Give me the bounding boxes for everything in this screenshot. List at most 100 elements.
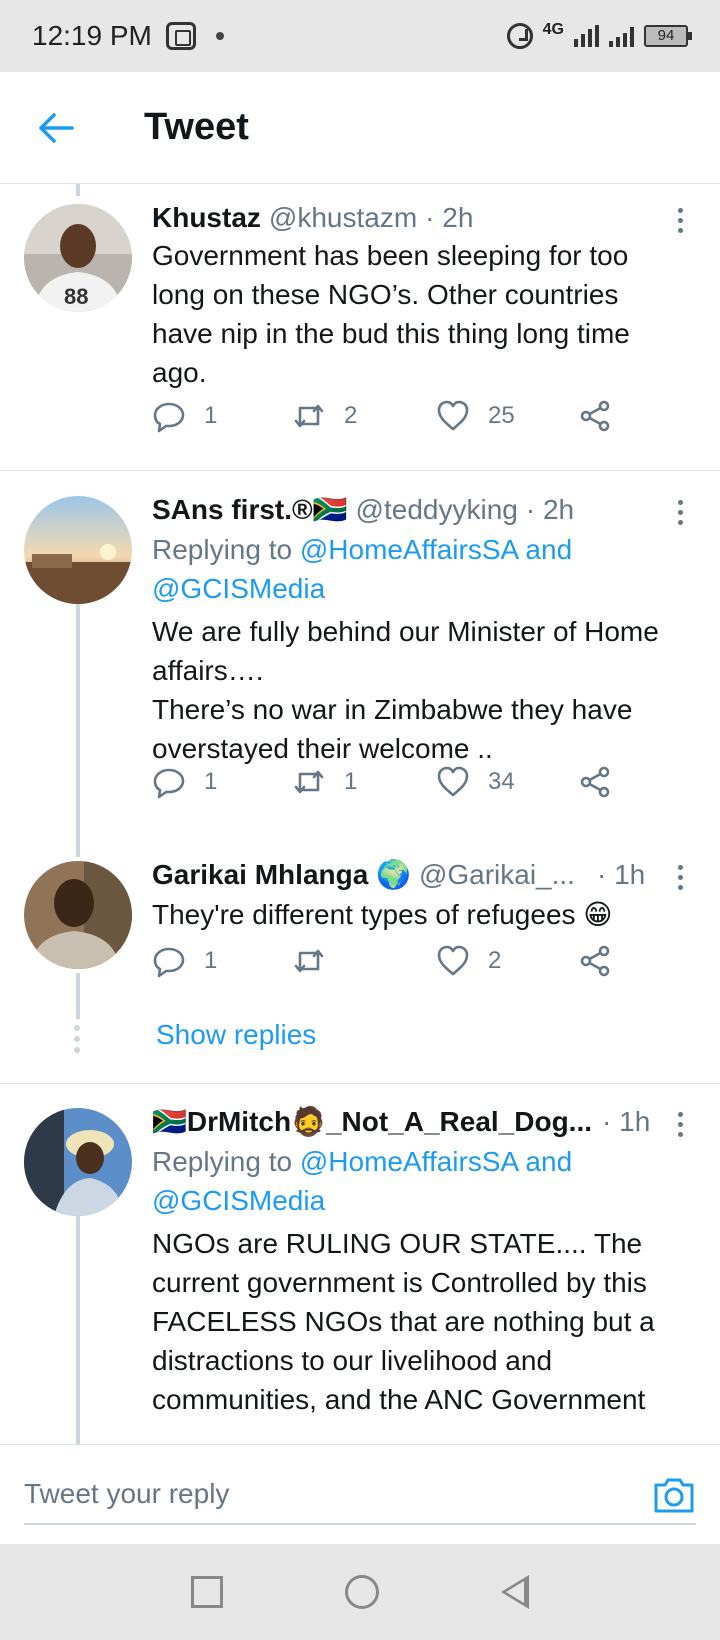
replying-to-label: Replying to	[152, 534, 300, 565]
handle[interactable]: @Garikai_...	[419, 855, 575, 895]
share-icon	[580, 766, 610, 798]
camera-button[interactable]	[652, 1475, 696, 1515]
share-icon	[580, 400, 610, 432]
timestamp: · 2h	[425, 202, 474, 233]
reply-button[interactable]: 1	[152, 941, 217, 981]
like-count: 25	[488, 402, 515, 429]
tweet-actions: 1 2 25	[152, 396, 632, 436]
recents-button[interactable]	[191, 1576, 223, 1608]
like-count: 2	[488, 947, 502, 974]
tweet-garikai[interactable]: Garikai Mhlanga 🌍 @Garikai_... · 1h They…	[0, 837, 720, 1084]
mention-gcismedia[interactable]: @GCISMedia	[152, 573, 325, 604]
mention-homeaffairs[interactable]: @HomeAffairsSA	[300, 534, 518, 565]
retweet-icon	[294, 770, 324, 794]
home-button[interactable]	[345, 1575, 379, 1609]
display-name[interactable]: Garikai Mhlanga 🌍	[152, 855, 411, 895]
back-button[interactable]	[0, 72, 112, 184]
mention-homeaffairs[interactable]: @HomeAffairsSA	[300, 1146, 518, 1177]
timestamp: · 2h	[525, 494, 575, 525]
thread-dots-icon	[74, 1025, 80, 1053]
share-button[interactable]	[578, 941, 612, 981]
tweet-khustaz[interactable]: 88 Khustaz @khustazm · 2h Government has…	[0, 184, 720, 472]
avatar[interactable]: 88	[24, 204, 132, 312]
notification-dot-icon	[215, 32, 224, 40]
signal-2-icon	[609, 25, 634, 47]
retweet-icon	[294, 404, 324, 428]
thread-line	[76, 837, 80, 857]
like-icon	[437, 945, 469, 976]
thread-line	[76, 973, 80, 1019]
like-icon	[437, 766, 469, 797]
display-name[interactable]: Khustaz	[152, 198, 261, 238]
page-title: Tweet	[144, 106, 249, 148]
like-count: 34	[488, 768, 515, 795]
retweet-count: 2	[344, 402, 358, 429]
retweet-button[interactable]: 1	[292, 762, 357, 802]
replies-feed[interactable]: 88 Khustaz @khustazm · 2h Government has…	[0, 184, 720, 1444]
like-button[interactable]: 25	[436, 396, 515, 436]
display-name[interactable]: SAns first.®	[152, 490, 313, 530]
flag-emoji: 🇿🇦	[312, 494, 348, 525]
app-notification-icon	[165, 22, 196, 50]
tweet-sans-first[interactable]: SAns first.® 🇿🇦 @teddyyking · 2h Replyin…	[0, 472, 720, 837]
avatar[interactable]	[24, 1108, 132, 1216]
show-replies-link[interactable]: Show replies	[156, 1019, 316, 1051]
like-button[interactable]: 34	[436, 762, 515, 802]
display-name[interactable]: 🇿🇦DrMitch🧔_Not_A_Real_Dog...	[152, 1102, 592, 1142]
reply-icon	[153, 402, 185, 433]
like-icon	[437, 400, 469, 431]
reply-count: 1	[204, 768, 218, 795]
retweet-icon	[294, 949, 324, 973]
divider	[0, 470, 720, 471]
like-button[interactable]: 2	[436, 941, 501, 981]
system-nav-bar	[0, 1544, 720, 1640]
reply-count: 1	[204, 402, 218, 429]
tweet-actions: 1 2	[152, 941, 632, 981]
retweet-button[interactable]: 2	[292, 396, 357, 436]
alarm-icon	[506, 23, 533, 49]
reply-icon	[153, 768, 185, 799]
system-back-button[interactable]	[501, 1575, 529, 1609]
reply-icon	[153, 947, 185, 978]
more-options-button[interactable]	[668, 200, 692, 240]
tweet-text: We are fully behind our Minister of Home…	[152, 616, 659, 764]
tweet-actions: 1 1 34	[152, 762, 632, 802]
thread-line	[76, 604, 80, 837]
mention-gcismedia[interactable]: @GCISMedia	[152, 1185, 325, 1216]
share-button[interactable]	[578, 762, 612, 802]
replying-to: Replying to @HomeAffairsSA and @GCISMedi…	[152, 1142, 680, 1220]
replying-to: Replying to @HomeAffairsSA and @GCISMedi…	[152, 530, 680, 608]
status-bar: 12:19 PM 4G 94	[0, 0, 720, 72]
avatar[interactable]	[24, 861, 132, 969]
handle[interactable]: @khustazm	[269, 198, 417, 238]
retweet-button[interactable]	[292, 941, 344, 981]
thread-line	[76, 184, 80, 196]
reply-button[interactable]: 1	[152, 762, 217, 802]
share-button[interactable]	[578, 396, 612, 436]
top-app-bar: Tweet	[0, 72, 720, 184]
tweet-drmitch[interactable]: 🇿🇦DrMitch🧔_Not_A_Real_Dog... · 1h Replyi…	[0, 1084, 720, 1444]
tweet-text: Government has been sleeping for too lon…	[152, 240, 630, 388]
tweet-header: 🇿🇦DrMitch🧔_Not_A_Real_Dog... · 1h	[152, 1102, 680, 1142]
more-options-button[interactable]	[668, 1104, 692, 1144]
reply-composer	[0, 1444, 720, 1544]
handle[interactable]: @teddyyking	[356, 490, 518, 530]
more-options-button[interactable]	[668, 492, 692, 532]
reply-count: 1	[204, 947, 218, 974]
avatar[interactable]	[24, 496, 132, 604]
reply-button[interactable]: 1	[152, 396, 217, 436]
reply-input[interactable]	[24, 1465, 696, 1525]
timestamp: · 1h	[596, 859, 646, 890]
tweet-header: Garikai Mhlanga 🌍 @Garikai_... · 1h	[152, 855, 680, 895]
share-icon	[580, 945, 610, 977]
back-arrow-icon	[39, 112, 74, 143]
tweet-text: They're different types of refugees 😁	[152, 899, 613, 930]
tweet-header: SAns first.® 🇿🇦 @teddyyking · 2h	[152, 490, 680, 530]
network-type: 4G	[542, 21, 564, 38]
svg-text:88: 88	[64, 284, 88, 309]
timestamp: · 1h	[602, 1106, 651, 1137]
more-options-button[interactable]	[668, 857, 692, 897]
status-time: 12:19 PM	[32, 20, 152, 51]
retweet-count: 1	[344, 768, 358, 795]
battery-icon: 94	[644, 25, 692, 47]
